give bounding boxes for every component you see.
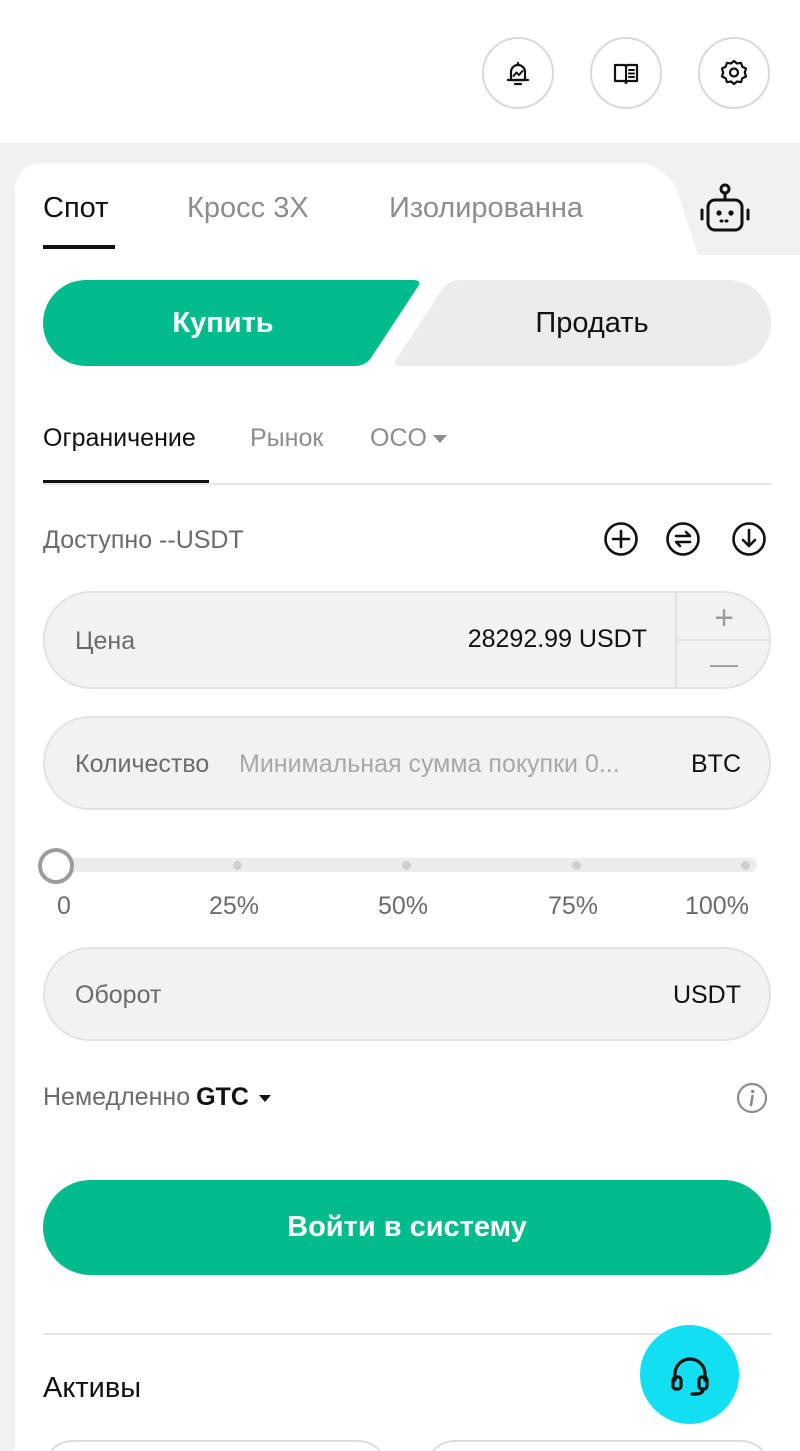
price-label: Цена xyxy=(75,627,136,655)
price-decrement-button[interactable]: — xyxy=(677,647,771,681)
settings-button[interactable] xyxy=(698,37,770,109)
order-type-limit[interactable]: Ограничение xyxy=(43,424,196,453)
slider-tick-100: 100% xyxy=(685,892,749,920)
login-button[interactable]: Войти в систему xyxy=(43,1180,771,1275)
caret-down-icon xyxy=(258,1094,271,1102)
order-type-oco-label: OCO xyxy=(370,424,427,452)
time-in-force-selector[interactable]: Немедленно GTC xyxy=(43,1083,271,1112)
tab-spot[interactable]: Спот xyxy=(43,192,108,225)
support-chat-button[interactable] xyxy=(640,1325,739,1424)
transfer-circle-icon[interactable] xyxy=(665,521,701,557)
assets-action-button-right[interactable] xyxy=(425,1440,771,1451)
assets-title: Активы xyxy=(43,1372,142,1404)
order-type-market[interactable]: Рынок xyxy=(250,424,323,453)
slider-dot-75[interactable] xyxy=(572,861,581,870)
price-field[interactable]: Цена 28292.99 USDT + — xyxy=(43,591,771,689)
time-in-force-value: GTC xyxy=(196,1083,249,1111)
top-toolbar xyxy=(0,0,800,143)
order-type-active-underline xyxy=(43,480,209,483)
order-type-divider xyxy=(43,483,771,485)
slider-dot-100[interactable] xyxy=(741,861,750,870)
quantity-label: Количество xyxy=(75,750,210,778)
buy-toggle-button[interactable]: Купить xyxy=(43,280,423,366)
turnover-unit: USDT xyxy=(672,981,741,1009)
quantity-unit: BTC xyxy=(691,750,741,778)
slider-dot-50[interactable] xyxy=(402,861,411,870)
turnover-field[interactable]: Оборот USDT xyxy=(43,947,771,1041)
guide-book-icon xyxy=(613,63,639,85)
robot-icon[interactable] xyxy=(698,183,752,235)
assets-action-button-left[interactable] xyxy=(43,1440,388,1451)
buy-label: Купить xyxy=(172,307,274,339)
slider-dot-25[interactable] xyxy=(233,861,242,870)
price-alert-button[interactable] xyxy=(482,37,554,109)
sell-toggle-button[interactable]: Продать xyxy=(393,280,771,366)
headset-icon xyxy=(670,1356,709,1396)
slider-tick-25: 25% xyxy=(209,892,260,920)
sell-label: Продать xyxy=(535,307,649,339)
stepper-divider xyxy=(677,639,771,642)
turnover-label: Оборот xyxy=(75,981,162,1009)
slider-tick-50: 50% xyxy=(378,892,429,920)
order-type-oco[interactable]: OCO xyxy=(370,424,447,453)
slider-handle[interactable] xyxy=(38,848,74,884)
tab-cross-3x[interactable]: Кросс 3X xyxy=(187,192,309,225)
price-increment-button[interactable]: + xyxy=(677,601,771,635)
slider-tick-75: 75% xyxy=(548,892,599,920)
quantity-placeholder: Минимальная сумма покупки 0... xyxy=(239,750,620,778)
add-circle-icon[interactable] xyxy=(603,521,639,557)
available-balance: Доступно --USDT xyxy=(43,526,244,554)
tab-isolated[interactable]: Изолированна xyxy=(389,192,583,225)
price-stepper: + — xyxy=(675,593,771,687)
guide-button[interactable] xyxy=(590,37,662,109)
quantity-field[interactable]: Количество Минимальная сумма покупки 0..… xyxy=(43,716,771,810)
price-alert-icon xyxy=(506,61,530,86)
tab-active-underline xyxy=(43,245,115,249)
caret-down-icon xyxy=(432,435,447,444)
info-icon[interactable] xyxy=(736,1082,768,1114)
price-value[interactable]: 28292.99 USDT xyxy=(468,625,647,654)
download-circle-icon[interactable] xyxy=(731,521,767,557)
slider-tick-0: 0 xyxy=(57,892,71,920)
settings-gear-icon xyxy=(720,59,748,86)
time-in-force-label: Немедленно xyxy=(43,1083,191,1111)
